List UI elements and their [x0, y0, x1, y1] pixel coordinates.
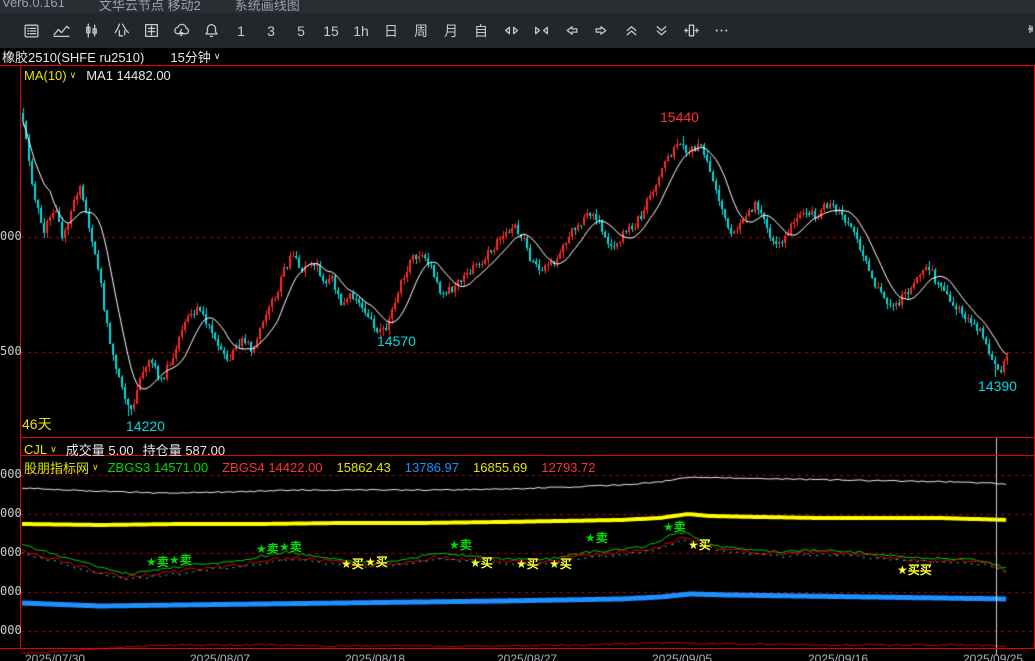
order-ticket-icon[interactable] — [136, 19, 166, 43]
indicator-pane-header: 股朋指标网 ∨ ZBGS3 14571.00 ZBGS4 14422.00 1586… — [24, 458, 609, 477]
indicator-axis-label: 000 — [0, 624, 22, 636]
sell-signal-marker: ★卖 — [663, 521, 686, 533]
toolbar: 135151h日周月自 — [0, 13, 1035, 48]
period-week-button[interactable]: 周 — [406, 19, 436, 43]
indicator-axis-label: 000 — [0, 507, 22, 519]
page-down-icon[interactable] — [646, 19, 676, 43]
indicator-axis-label: 000 — [0, 468, 22, 480]
volume-indicator-selector[interactable]: CJL ∨ — [24, 442, 57, 457]
price-axis-label: 500 — [0, 345, 22, 357]
period-3min-button[interactable]: 3 — [256, 19, 286, 43]
zoom-out-horizontal-icon[interactable] — [496, 19, 526, 43]
chart-title-bar: 橡胶2510(SHFE ru2510) 15分钟 ∨ — [0, 48, 1035, 65]
ma-value: MA1 14482.00 — [86, 68, 171, 83]
buy-signal-marker: ★买买 — [897, 564, 932, 576]
buy-signal-marker: ★买 — [516, 558, 539, 570]
dip-price-label: 14570 — [377, 334, 416, 348]
alert-bell-icon[interactable] — [196, 19, 226, 43]
period-1min-button[interactable]: 1 — [226, 19, 256, 43]
date-tick-label: 2025/09/05 — [652, 653, 712, 661]
draw-tools-icon[interactable] — [106, 19, 136, 43]
more-options-icon[interactable] — [706, 19, 736, 43]
menu-system-chart-item[interactable]: 系统画线图 — [235, 0, 300, 13]
period-custom-button[interactable]: 自 — [466, 19, 496, 43]
period-5min-button[interactable]: 5 — [286, 19, 316, 43]
custom-indicator-label: 股朋指标网 — [24, 458, 89, 477]
ma-selector[interactable]: MA(10) ∨ — [24, 68, 76, 83]
volume-field: 成交量 5.00 — [66, 440, 134, 459]
cloud-data-icon[interactable] — [166, 19, 196, 43]
clipped-toolbar-icon[interactable] — [1028, 21, 1035, 39]
open-interest-field: 持仓量 587.00 — [143, 440, 225, 459]
volume-indicator-label: CJL — [24, 442, 47, 457]
buy-signal-marker: ★买 — [549, 558, 572, 570]
indicator-axis-label: 000 — [0, 585, 22, 597]
last-low-price-label: 14390 — [978, 379, 1017, 393]
line-chart-icon[interactable] — [46, 19, 76, 43]
time-axis-border — [0, 648, 1035, 649]
buy-signal-marker: ★买 — [470, 557, 493, 569]
sell-signal-marker: ★卖 — [449, 539, 472, 551]
adjust-bar-width-icon[interactable] — [676, 19, 706, 43]
period-label: 15分钟 — [170, 47, 210, 66]
sell-signal-marker: ★卖 — [279, 541, 302, 553]
menu-bar: Ver6.0.161 文华云节点 移动2 系统画线图 — [0, 0, 1035, 13]
menu-version-label: Ver6.0.161 — [2, 0, 65, 13]
sell-signal-marker: ★卖 — [585, 532, 608, 544]
chevron-down-icon: ∨ — [214, 51, 221, 62]
zoom-in-horizontal-icon[interactable] — [526, 19, 556, 43]
chevron-down-icon: ∨ — [92, 462, 99, 473]
buy-signal-marker: ★买 — [365, 556, 388, 568]
date-tick-label: 2025/09/25 — [963, 653, 1023, 661]
indicator-values: ZBGS3 14571.00 ZBGS4 14422.00 15862.43 1378… — [108, 460, 610, 475]
period-month-button[interactable]: 月 — [436, 19, 466, 43]
peak-price-label: 15440 — [660, 110, 699, 124]
page-up-icon[interactable] — [616, 19, 646, 43]
date-tick-label: 2025/08/27 — [497, 653, 557, 661]
table-view-icon[interactable] — [16, 19, 46, 43]
buy-signal-marker: ★买 — [341, 558, 364, 570]
main-pane-top-border — [0, 65, 1035, 66]
date-tick-label: 2025/08/18 — [345, 653, 405, 661]
ma-indicator-row: MA(10) ∨ MA1 14482.00 — [24, 68, 171, 83]
custom-indicator-selector[interactable]: 股朋指标网 ∨ — [24, 458, 99, 477]
indicator-value: ZBGS3 14571.00 — [108, 460, 208, 475]
period-day-button[interactable]: 日 — [376, 19, 406, 43]
chevron-down-icon: ∨ — [50, 444, 57, 455]
pan-right-icon[interactable] — [586, 19, 616, 43]
buy-signal-marker: ★买 — [688, 539, 711, 551]
period-1hour-button[interactable]: 1h — [346, 19, 376, 43]
indicator-value: 16855.69 — [473, 460, 527, 475]
indicator-value: 12793.72 — [541, 460, 595, 475]
contract-title: 橡胶2510(SHFE ru2510) — [2, 47, 144, 66]
period-15min-button[interactable]: 15 — [316, 19, 346, 43]
date-tick-label: 2025/08/07 — [190, 653, 250, 661]
volume-pane-top-border[interactable] — [20, 437, 1035, 438]
period-selector[interactable]: 15分钟 ∨ — [170, 47, 220, 66]
candlestick-chart-icon[interactable] — [76, 19, 106, 43]
sell-signal-marker: ★卖 — [169, 554, 192, 566]
date-tick-label: 2025/09/16 — [808, 653, 868, 661]
ma-label: MA(10) — [24, 68, 67, 83]
indicator-value: 13786.97 — [405, 460, 459, 475]
indicator-value: 15862.43 — [337, 460, 391, 475]
menu-cloud-node-item[interactable]: 文华云节点 移动2 — [99, 0, 201, 13]
indicator-value: ZBGS4 14422.00 — [222, 460, 322, 475]
app-window: Ver6.0.161 文华云节点 移动2 系统画线图 135151h日周月自 橡… — [0, 0, 1035, 661]
volume-pane-header: CJL ∨ 成交量 5.00 持仓量 587.00 — [24, 440, 225, 459]
pan-left-icon[interactable] — [556, 19, 586, 43]
price-axis-label: 000 — [0, 230, 22, 242]
bottom-price-label: 14220 — [126, 419, 165, 433]
date-tick-label: 2025/07/30 — [25, 653, 85, 661]
chevron-down-icon: ∨ — [70, 70, 77, 81]
indicator-axis-label: 000 — [0, 546, 22, 558]
sell-signal-marker: ★卖 — [146, 556, 169, 568]
sell-signal-marker: ★卖 — [256, 543, 279, 555]
days-count-label: 46天 — [22, 417, 52, 431]
